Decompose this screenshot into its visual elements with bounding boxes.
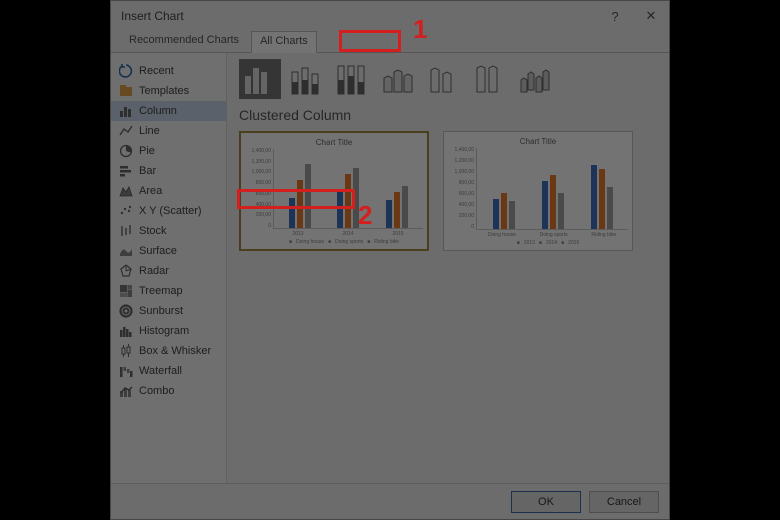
combo-icon [119, 384, 133, 398]
preview-1-legend: ■ Doing house■ Doing sports■ Riding bike [245, 239, 423, 245]
tab-recommended-charts[interactable]: Recommended Charts [121, 31, 247, 52]
stock-icon [119, 224, 133, 238]
side-label: Waterfall [139, 365, 182, 377]
preview-2[interactable]: Chart Title 1,400,001,200,001,000,00800,… [443, 131, 633, 251]
treemap-icon [119, 284, 133, 298]
side-area[interactable]: Area [111, 181, 226, 201]
preview-2-title: Chart Title [448, 137, 628, 146]
preview-2-xaxis: Doing houseDoing sportsRiding bike [448, 232, 628, 238]
preview-1-xaxis: 201320142015 [245, 231, 423, 237]
side-label: Box & Whisker [139, 345, 211, 357]
section-title: Clustered Column [239, 107, 657, 123]
tab-all-charts[interactable]: All Charts [251, 31, 317, 53]
surface-icon [119, 244, 133, 258]
box-whisker-icon [119, 344, 133, 358]
side-surface[interactable]: Surface [111, 241, 226, 261]
preview-2-yaxis: 1,400,001,200,001,000,00800,00600,00400,… [448, 148, 476, 230]
side-combo[interactable]: Combo [111, 381, 226, 401]
side-pie[interactable]: Pie [111, 141, 226, 161]
dialog-title: Insert Chart [121, 9, 184, 23]
templates-icon [119, 84, 133, 98]
preview-2-bars [476, 148, 628, 230]
column-icon [119, 104, 133, 118]
side-treemap[interactable]: Treemap [111, 281, 226, 301]
side-label: Sunburst [139, 305, 183, 317]
side-stock[interactable]: Stock [111, 221, 226, 241]
side-label: Column [139, 105, 177, 117]
subtype-clustered-column[interactable] [239, 59, 281, 99]
preview-1[interactable]: Chart Title 1,400,001,200,001,000,00800,… [239, 131, 429, 251]
area-icon [119, 184, 133, 198]
radar-icon [119, 264, 133, 278]
side-line[interactable]: Line [111, 121, 226, 141]
dialog-footer: OK Cancel [111, 483, 669, 519]
side-label: Recent [139, 65, 174, 77]
side-box-whisker[interactable]: Box & Whisker [111, 341, 226, 361]
side-histogram[interactable]: Histogram [111, 321, 226, 341]
side-label: Line [139, 125, 160, 137]
preview-1-yaxis: 1,400,001,200,001,000,00800,00600,00400,… [245, 149, 273, 229]
side-sunburst[interactable]: Sunburst [111, 301, 226, 321]
sunburst-icon [119, 304, 133, 318]
subtype-stacked-column[interactable] [285, 59, 327, 99]
tab-strip: Recommended Charts All Charts [111, 31, 669, 53]
side-label: Radar [139, 265, 169, 277]
side-bar[interactable]: Bar [111, 161, 226, 181]
recent-icon [119, 64, 133, 78]
chart-previews: Chart Title 1,400,001,200,001,000,00800,… [239, 131, 657, 251]
histogram-icon [119, 324, 133, 338]
close-button[interactable]: ✕ [633, 1, 669, 31]
subtype-100-stacked-column[interactable] [331, 59, 373, 99]
side-recent[interactable]: Recent [111, 61, 226, 81]
subtype-3d-clustered-column[interactable] [377, 59, 419, 99]
chart-type-sidebar: Recent Templates Column Line Pie Bar [111, 53, 227, 483]
help-button[interactable]: ? [597, 1, 633, 31]
side-label: Histogram [139, 325, 189, 337]
side-waterfall[interactable]: Waterfall [111, 361, 226, 381]
subtype-3d-column[interactable] [515, 59, 557, 99]
side-label: Treemap [139, 285, 183, 297]
side-label: Templates [139, 85, 189, 97]
column-subtype-row [239, 59, 657, 99]
line-icon [119, 124, 133, 138]
scatter-icon [119, 204, 133, 218]
side-label: Area [139, 185, 162, 197]
waterfall-icon [119, 364, 133, 378]
side-label: Surface [139, 245, 177, 257]
side-scatter[interactable]: X Y (Scatter) [111, 201, 226, 221]
titlebar: Insert Chart ? ✕ [111, 1, 669, 31]
side-label: Combo [139, 385, 174, 397]
side-label: X Y (Scatter) [139, 205, 202, 217]
side-label: Stock [139, 225, 167, 237]
preview-2-legend: ■ 2013■ 2014■ 2015 [448, 240, 628, 246]
bar-icon [119, 164, 133, 178]
side-label: Pie [139, 145, 155, 157]
main-panel: Clustered Column Chart Title 1,400,001,2… [227, 53, 669, 483]
side-templates[interactable]: Templates [111, 81, 226, 101]
side-column[interactable]: Column [111, 101, 226, 121]
subtype-3d-stacked-column[interactable] [423, 59, 465, 99]
preview-1-title: Chart Title [245, 138, 423, 147]
cancel-button[interactable]: Cancel [589, 491, 659, 513]
pie-icon [119, 144, 133, 158]
insert-chart-dialog: Insert Chart ? ✕ Recommended Charts All … [110, 0, 670, 520]
preview-1-bars [273, 149, 423, 229]
side-radar[interactable]: Radar [111, 261, 226, 281]
ok-button[interactable]: OK [511, 491, 581, 513]
side-label: Bar [139, 165, 156, 177]
subtype-3d-100-stacked-column[interactable] [469, 59, 511, 99]
